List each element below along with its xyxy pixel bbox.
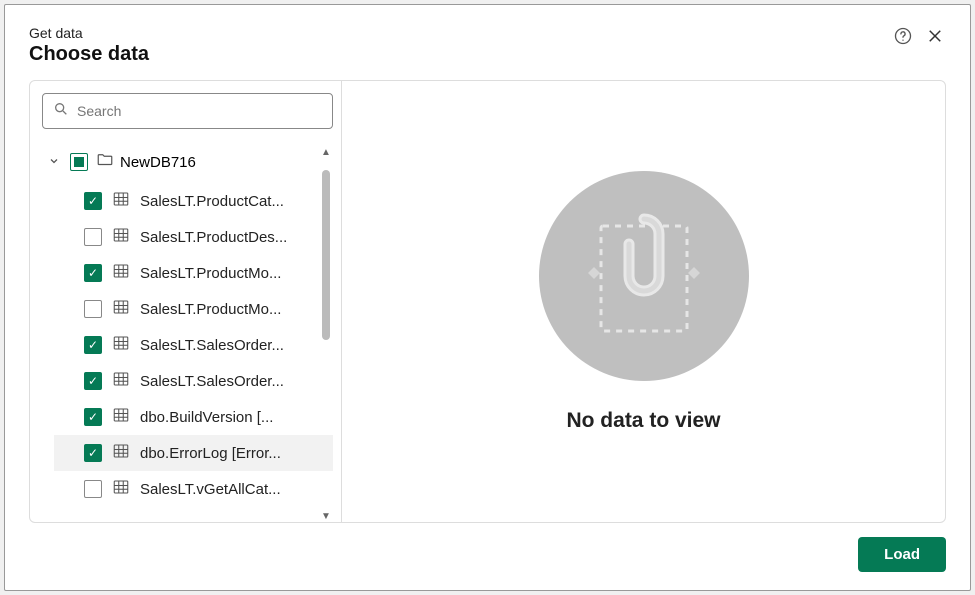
table-checkbox[interactable] [84, 192, 102, 210]
table-label: SalesLT.SalesOrder... [140, 373, 284, 390]
table-label: SalesLT.ProductMo... [140, 265, 281, 282]
search-input[interactable] [77, 103, 322, 119]
scroll-thumb[interactable] [322, 170, 330, 340]
table-icon [112, 334, 130, 356]
table-list: SalesLT.ProductCat... SalesLT.ProductDes.… [54, 183, 333, 507]
table-label: SalesLT.ProductCat... [140, 193, 284, 210]
placeholder-text: No data to view [566, 409, 720, 433]
table-checkbox[interactable] [84, 480, 102, 498]
tree-wrap: NewDB716 SalesLT.ProductCat...SalesLT.Pr… [42, 147, 333, 522]
table-row[interactable]: dbo.BuildVersion [... [54, 399, 333, 435]
modal-footer: Load [29, 537, 946, 572]
table-icon [112, 442, 130, 464]
table-icon [112, 406, 130, 428]
search-icon [53, 101, 69, 122]
table-checkbox[interactable] [84, 372, 102, 390]
database-row[interactable]: NewDB716 [42, 147, 333, 177]
table-checkbox[interactable] [84, 264, 102, 282]
table-row[interactable]: SalesLT.ProductCat... [54, 183, 333, 219]
table-label: SalesLT.ProductDes... [140, 229, 287, 246]
scrollbar[interactable]: ▲ ▼ [321, 147, 331, 522]
table-label: SalesLT.vGetAllCat... [140, 481, 281, 498]
header-icons [892, 25, 946, 47]
table-row[interactable]: SalesLT.SalesOrder... [54, 363, 333, 399]
database-checkbox[interactable] [70, 153, 88, 171]
help-icon[interactable] [892, 25, 914, 47]
scroll-up-icon[interactable]: ▲ [321, 147, 331, 158]
chevron-down-icon[interactable] [46, 154, 62, 171]
table-icon [112, 262, 130, 284]
scroll-down-icon[interactable]: ▼ [321, 511, 331, 522]
table-label: SalesLT.ProductMo... [140, 301, 281, 318]
modal-header: Get data Choose data [29, 25, 946, 66]
table-row[interactable]: SalesLT.vGetAllCat... [54, 471, 333, 507]
header-subtitle: Get data [29, 25, 149, 41]
table-row[interactable]: SalesLT.ProductMo... [54, 291, 333, 327]
table-row[interactable]: SalesLT.ProductDes... [54, 219, 333, 255]
table-icon [112, 190, 130, 212]
table-checkbox[interactable] [84, 300, 102, 318]
table-checkbox[interactable] [84, 228, 102, 246]
header-title: Choose data [29, 43, 149, 66]
table-icon [112, 370, 130, 392]
load-button[interactable]: Load [858, 537, 946, 572]
search-box[interactable] [42, 93, 333, 129]
table-label: SalesLT.SalesOrder... [140, 337, 284, 354]
placeholder-graphic [539, 171, 749, 381]
preview-pane: No data to view [342, 81, 945, 522]
table-icon [112, 226, 130, 248]
table-checkbox[interactable] [84, 408, 102, 426]
close-icon[interactable] [924, 25, 946, 47]
table-row[interactable]: SalesLT.ProductMo... [54, 255, 333, 291]
header-texts: Get data Choose data [29, 25, 149, 66]
table-row[interactable]: dbo.ErrorLog [Error... [54, 435, 333, 471]
folder-icon [96, 151, 112, 173]
table-label: dbo.BuildVersion [... [140, 409, 273, 426]
table-row[interactable]: SalesLT.SalesOrder... [54, 327, 333, 363]
table-icon [112, 298, 130, 320]
content-box: NewDB716 SalesLT.ProductCat...SalesLT.Pr… [29, 80, 946, 523]
table-checkbox[interactable] [84, 336, 102, 354]
database-name: NewDB716 [120, 154, 196, 171]
navigator-pane: NewDB716 SalesLT.ProductCat...SalesLT.Pr… [30, 81, 342, 522]
table-icon [112, 478, 130, 500]
get-data-modal: Get data Choose data [4, 4, 971, 591]
tree-scroll[interactable]: NewDB716 SalesLT.ProductCat...SalesLT.Pr… [42, 147, 333, 522]
table-label: dbo.ErrorLog [Error... [140, 445, 281, 462]
table-checkbox[interactable] [84, 444, 102, 462]
